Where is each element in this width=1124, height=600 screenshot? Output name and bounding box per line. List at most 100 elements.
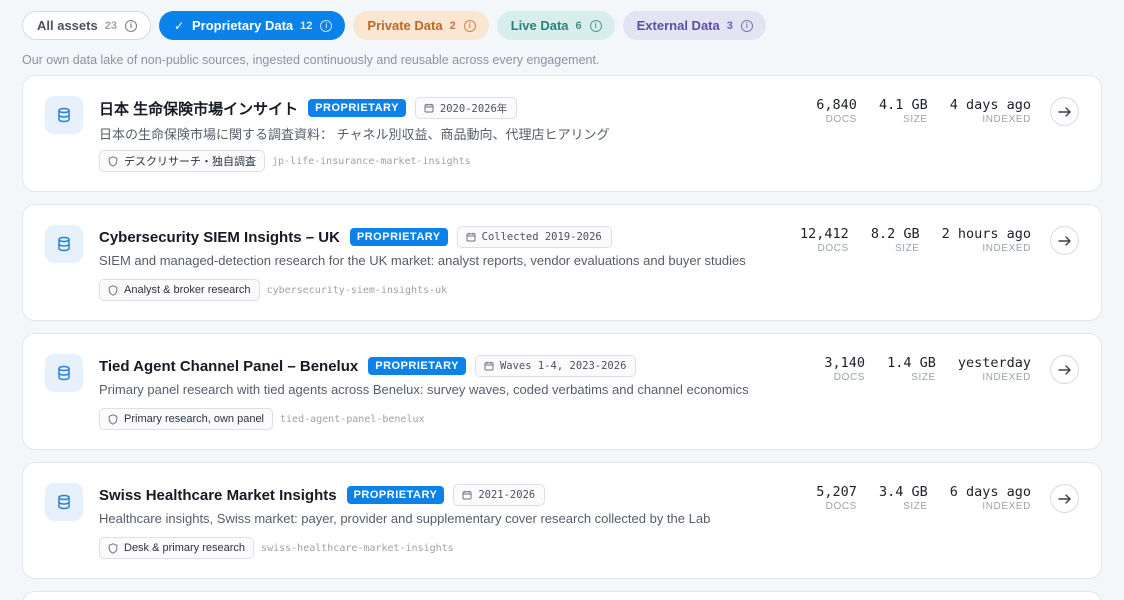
filter-description: Our own data lake of non-public sources,… <box>22 53 600 67</box>
filter-external-data[interactable]: External Data 3 i <box>622 11 766 40</box>
indexed-value: yesterday <box>957 355 1031 371</box>
filter-count: 2 <box>449 19 456 32</box>
period-text: 2021-2026 <box>478 489 536 501</box>
check-icon: ✓ <box>173 18 185 33</box>
asset-stats: 6,840 DOCS 4.1 GB SIZE 4 days ago INDEXE… <box>794 97 1031 125</box>
indexed-value: 2 hours ago <box>941 226 1031 242</box>
asset-title[interactable]: Swiss Healthcare Market Insights <box>99 487 337 504</box>
calendar-icon <box>484 361 494 371</box>
asset-library: All assets 23 i ✓ Proprietary Data 12 i … <box>0 0 1124 600</box>
asset-stats: 12,412 DOCS 8.2 GB SIZE 2 hours ago INDE… <box>778 226 1031 254</box>
asset-slug: cybersecurity-siem-insights-uk <box>266 284 448 296</box>
info-icon[interactable]: i <box>124 19 137 32</box>
info-icon[interactable]: i <box>740 19 753 32</box>
asset-card[interactable]: Tied Agent Channel Panel – Benelux PROPR… <box>22 333 1102 450</box>
open-asset-button[interactable] <box>1050 355 1079 384</box>
docs-label: DOCS <box>817 243 849 254</box>
asset-slug: tied-agent-panel-benelux <box>280 413 425 425</box>
asset-title[interactable]: Tied Agent Channel Panel – Benelux <box>99 358 358 375</box>
indexed-label: INDEXED <box>982 243 1031 254</box>
asset-description: Primary panel research with tied agents … <box>99 382 749 397</box>
size-value: 1.4 GB <box>887 355 936 371</box>
asset-description: SIEM and managed-detection research for … <box>99 253 746 268</box>
open-asset-button[interactable] <box>1050 226 1079 255</box>
filter-label: Proprietary Data <box>192 18 294 33</box>
source-text: Desk & primary research <box>124 542 246 554</box>
asset-description: 日本の生命保険市場に関する調査資料： チャネル別収益、商品動向、代理店ヒアリング <box>99 127 610 142</box>
source-tag: Primary research, own panel <box>99 408 274 430</box>
open-asset-button[interactable] <box>1050 97 1079 126</box>
size-value: 4.1 GB <box>878 97 928 113</box>
source-tag: Analyst & broker research <box>99 279 260 301</box>
open-asset-button[interactable] <box>1050 484 1079 513</box>
docs-label: DOCS <box>825 114 857 125</box>
proprietary-badge: PROPRIETARY <box>368 357 466 375</box>
filter-private-data[interactable]: Private Data 2 i <box>353 11 489 40</box>
filter-live-data[interactable]: Live Data 6 i <box>496 11 615 40</box>
calendar-icon <box>424 103 434 113</box>
period-tag: 2021-2026 <box>453 484 546 506</box>
proprietary-badge: PROPRIETARY <box>346 486 445 504</box>
docs-label: DOCS <box>833 372 866 383</box>
asset-slug: jp-life-insurance-market-insights <box>272 155 471 167</box>
indexed-stat: 4 days ago INDEXED <box>950 97 1031 125</box>
filter-label: All assets <box>37 18 98 33</box>
calendar-icon <box>462 490 472 500</box>
period-tag: 2020-2026年 <box>414 97 518 119</box>
shield-icon <box>108 284 118 296</box>
filter-label: External Data <box>636 18 720 33</box>
shield-icon <box>108 155 118 167</box>
filter-tabs: All assets 23 i ✓ Proprietary Data 12 i … <box>22 11 1102 40</box>
shield-icon <box>108 542 118 554</box>
size-stat: 3.4 GB SIZE <box>879 484 928 512</box>
asset-card[interactable] <box>22 591 1102 600</box>
size-value: 3.4 GB <box>878 484 928 500</box>
filter-count: 3 <box>726 19 733 32</box>
period-text: Waves 1-4, 2023-2026 <box>499 360 627 372</box>
source-tag: Desk & primary research <box>99 537 255 559</box>
filter-count: 23 <box>104 19 117 32</box>
indexed-label: INDEXED <box>982 501 1031 512</box>
asset-card[interactable]: Cybersecurity SIEM Insights – UK PROPRIE… <box>22 204 1102 321</box>
asset-card[interactable]: Swiss Healthcare Market Insights PROPRIE… <box>22 462 1102 579</box>
filter-count: 12 <box>300 19 313 32</box>
docs-value: 6,840 <box>816 97 857 113</box>
indexed-stat: yesterday INDEXED <box>958 355 1031 383</box>
asset-title[interactable]: 日本 生命保険市場インサイト <box>99 98 298 119</box>
asset-stats: 3,140 DOCS 1.4 GB SIZE yesterday INDEXED <box>802 355 1031 383</box>
info-icon[interactable]: i <box>463 19 476 32</box>
info-icon[interactable]: i <box>320 19 333 32</box>
docs-value: 3,140 <box>824 355 866 371</box>
indexed-label: INDEXED <box>982 114 1031 125</box>
info-icon[interactable]: i <box>589 19 602 32</box>
filter-proprietary-data[interactable]: ✓ Proprietary Data 12 i <box>158 11 346 40</box>
asset-title[interactable]: Cybersecurity SIEM Insights – UK <box>99 229 340 246</box>
filter-all-assets[interactable]: All assets 23 i <box>22 11 151 40</box>
asset-stats: 5,207 DOCS 3.4 GB SIZE 6 days ago INDEXE… <box>794 484 1031 512</box>
docs-value: 12,412 <box>800 226 849 242</box>
database-icon <box>45 354 83 392</box>
docs-stat: 5,207 DOCS <box>816 484 857 512</box>
database-icon <box>45 483 83 521</box>
asset-list: 日本 生命保険市場インサイト PROPRIETARY 2020-2026年 日本… <box>22 75 1102 600</box>
arrow-right-icon <box>1058 364 1071 375</box>
filter-label: Private Data <box>367 18 443 33</box>
proprietary-badge: PROPRIETARY <box>308 99 406 117</box>
indexed-label: INDEXED <box>982 372 1031 383</box>
size-label: SIZE <box>903 501 928 512</box>
source-text: Primary research, own panel <box>124 413 265 425</box>
arrow-right-icon <box>1058 235 1071 246</box>
period-text: Collected 2019-2026 <box>481 231 602 243</box>
size-stat: 8.2 GB SIZE <box>871 226 920 254</box>
docs-value: 5,207 <box>816 484 857 500</box>
docs-stat: 6,840 DOCS <box>816 97 857 125</box>
filter-label: Live Data <box>510 18 569 33</box>
asset-card[interactable]: 日本 生命保険市場インサイト PROPRIETARY 2020-2026年 日本… <box>22 75 1102 192</box>
docs-label: DOCS <box>825 501 857 512</box>
source-text: Analyst & broker research <box>124 284 251 296</box>
period-tag: Collected 2019-2026 <box>456 226 612 248</box>
calendar-icon <box>466 232 476 242</box>
size-label: SIZE <box>894 243 920 254</box>
size-stat: 1.4 GB SIZE <box>887 355 936 383</box>
filter-count: 6 <box>575 19 582 32</box>
